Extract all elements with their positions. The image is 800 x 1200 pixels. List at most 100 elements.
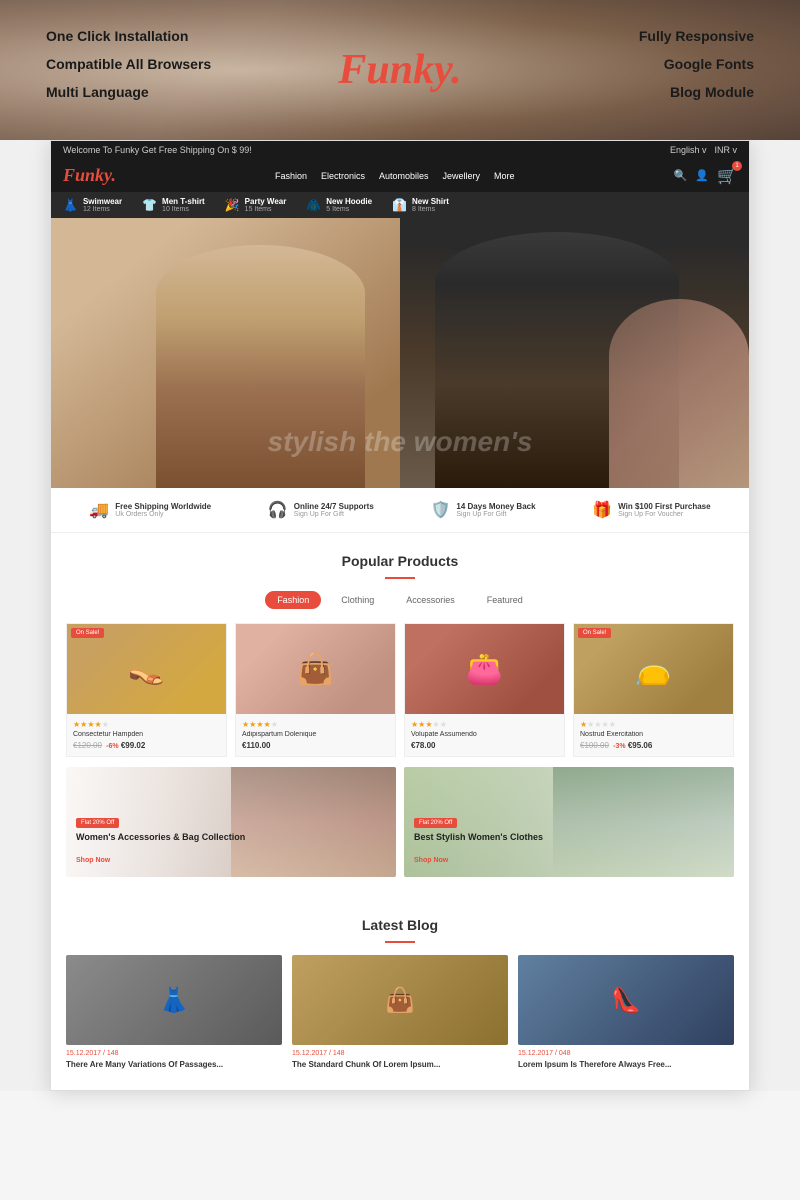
service-voucher-title: Win $100 First Purchase [618,502,710,511]
store-nav: Funky. Fashion Electronics Automobiles J… [51,159,749,192]
feature-5: Google Fonts [639,50,754,78]
nav-more[interactable]: More [494,171,515,181]
category-tshirt[interactable]: 👕 Men T-shirt 10 Items [142,197,205,213]
blog-meta-3: 15.12.2017 / 048 [518,1050,734,1057]
hero-model-right [400,218,749,488]
blog-grid: 👗 15.12.2017 / 148 There Are Many Variat… [66,955,734,1070]
hoodie-icon: 🧥 [306,198,321,212]
voucher-icon: 🎁 [592,500,612,520]
store-preview: Welcome To Funky Get Free Shipping On $ … [50,140,750,1091]
returns-icon: 🛡️ [430,500,450,520]
swimwear-icon: 👗 [63,198,78,212]
promo-tag-2: Flat 20% Off [414,818,457,828]
feature-6: Blog Module [639,78,754,106]
hero-logo: Funky. [338,46,461,94]
product-card-1[interactable]: 👡 On Sale! ★★★★★ Consectetur Hampden €12… [66,623,227,757]
promo-link-1[interactable]: Shop Now [76,857,110,864]
store-header: Welcome To Funky Get Free Shipping On $ … [51,141,749,159]
lang-english[interactable]: English v [670,145,707,155]
blog-title-1: There Are Many Variations Of Passages... [66,1060,282,1070]
blog-image-2: 👜 [292,955,508,1045]
tab-fashion[interactable]: Fashion [265,591,321,609]
search-icon[interactable]: 🔍 [674,169,688,182]
promo-content-1: Flat 20% Off Women's Accessories & Bag C… [66,801,255,877]
product-price-3: €78.00 [411,741,558,750]
product-info-3: ★★★★★ Volupate Assumendo €78.00 [405,714,564,756]
nav-automobiles[interactable]: Automobiles [379,171,429,181]
promo-banners: Flat 20% Off Women's Accessories & Bag C… [66,767,734,877]
blog-title-2: The Standard Chunk Of Lorem Ipsum... [292,1060,508,1070]
popular-products-section: Popular Products Fashion Clothing Access… [51,533,749,897]
service-shipping: 🚚 Free Shipping Worldwide Uk Orders Only [89,500,211,520]
product-name-1: Consectetur Hampden [73,731,220,738]
blog-image-1: 👗 [66,955,282,1045]
nav-fashion[interactable]: Fashion [275,171,307,181]
blog-title-3: Lorem Ipsum Is Therefore Always Free... [518,1060,734,1070]
category-shirt[interactable]: 👔 New Shirt 8 Items [392,197,449,213]
partywear-icon: 🎉 [225,198,240,212]
product-name-2: Adipispartum Dolenique [242,731,389,738]
promo-title-2: Best Stylish Women's Clothes [414,832,543,844]
support-icon: 🎧 [268,500,288,520]
category-partywear[interactable]: 🎉 Party Wear 15 Items [225,197,287,213]
service-support-title: Online 24/7 Supports [294,502,374,511]
service-returns-title: 14 Days Money Back [456,502,535,511]
service-bar: 🚚 Free Shipping Worldwide Uk Orders Only… [51,488,749,533]
lang-inr[interactable]: INR v [715,145,738,155]
blog-meta-1: 15.12.2017 / 148 [66,1050,282,1057]
product-card-2[interactable]: 👜 ★★★★★ Adipispartum Dolenique €110.00 [235,623,396,757]
feature-2: Compatible All Browsers [46,50,211,78]
tab-clothing[interactable]: Clothing [329,591,386,609]
category-bar: 👗 Swimwear 12 Items 👕 Men T-shirt 10 Ite… [51,192,749,218]
blog-card-3[interactable]: 👠 15.12.2017 / 048 Lorem Ipsum Is Theref… [518,955,734,1070]
promo-banner-2[interactable]: Flat 20% Off Best Stylish Women's Clothe… [404,767,734,877]
cart-icon[interactable]: 🛒 1 [717,166,737,186]
feature-4: Fully Responsive [639,22,754,50]
product-price-2: €110.00 [242,741,389,750]
product-info-4: ★★★★★ Nostrud Exercitation €100.00 -3% €… [574,714,733,756]
on-sale-badge-1: On Sale! [71,628,104,638]
blog-card-1[interactable]: 👗 15.12.2017 / 148 There Are Many Variat… [66,955,282,1070]
feature-3: Multi Language [46,78,211,106]
service-support-subtitle: Sign Up For Gift [294,511,374,518]
hero-right-features: Fully Responsive Google Fonts Blog Modul… [639,22,754,106]
product-image-3: 👛 [405,624,564,714]
product-image-2: 👜 [236,624,395,714]
cart-count: 1 [732,161,742,171]
service-voucher-subtitle: Sign Up For Voucher [618,511,710,518]
promo-banner-1[interactable]: Flat 20% Off Women's Accessories & Bag C… [66,767,396,877]
promo-title-1: Women's Accessories & Bag Collection [76,832,245,844]
service-shipping-subtitle: Uk Orders Only [115,511,211,518]
promo-link-2[interactable]: Shop Now [414,857,448,864]
user-icon[interactable]: 👤 [695,169,709,182]
store-nav-links: Fashion Electronics Automobiles Jeweller… [275,171,515,181]
product-card-3[interactable]: 👛 ★★★★★ Volupate Assumendo €78.00 [404,623,565,757]
products-grid: 👡 On Sale! ★★★★★ Consectetur Hampden €12… [66,623,734,757]
service-support: 🎧 Online 24/7 Supports Sign Up For Gift [268,500,374,520]
blog-section-underline [385,941,415,943]
nav-electronics[interactable]: Electronics [321,171,365,181]
service-returns: 🛡️ 14 Days Money Back Sign Up For Gift [430,500,535,520]
language-selector[interactable]: English v INR v [670,145,737,155]
product-tabs: Fashion Clothing Accessories Featured [66,591,734,609]
product-info-1: ★★★★★ Consectetur Hampden €120.00 -6% €9… [67,714,226,756]
product-info-2: ★★★★★ Adipispartum Dolenique €110.00 [236,714,395,756]
product-name-3: Volupate Assumendo [411,731,558,738]
feature-1: One Click Installation [46,22,211,50]
product-stars-4: ★★★★★ [580,720,727,729]
hero-left-features: One Click Installation Compatible All Br… [46,22,211,106]
service-voucher: 🎁 Win $100 First Purchase Sign Up For Vo… [592,500,710,520]
category-swimwear[interactable]: 👗 Swimwear 12 Items [63,197,122,213]
product-stars-1: ★★★★★ [73,720,220,729]
store-logo: Funky. [63,165,116,186]
tab-featured[interactable]: Featured [475,591,535,609]
blog-section-title: Latest Blog [66,917,734,933]
nav-jewellery[interactable]: Jewellery [443,171,481,181]
blog-card-2[interactable]: 👜 15.12.2017 / 148 The Standard Chunk Of… [292,955,508,1070]
promo-content-2: Flat 20% Off Best Stylish Women's Clothe… [404,801,553,877]
product-stars-3: ★★★★★ [411,720,558,729]
tab-accessories[interactable]: Accessories [394,591,467,609]
product-name-4: Nostrud Exercitation [580,731,727,738]
category-hoodie[interactable]: 🧥 New Hoodie 5 Items [306,197,372,213]
product-card-4[interactable]: 👝 On Sale! ★★★★★ Nostrud Exercitation €1… [573,623,734,757]
